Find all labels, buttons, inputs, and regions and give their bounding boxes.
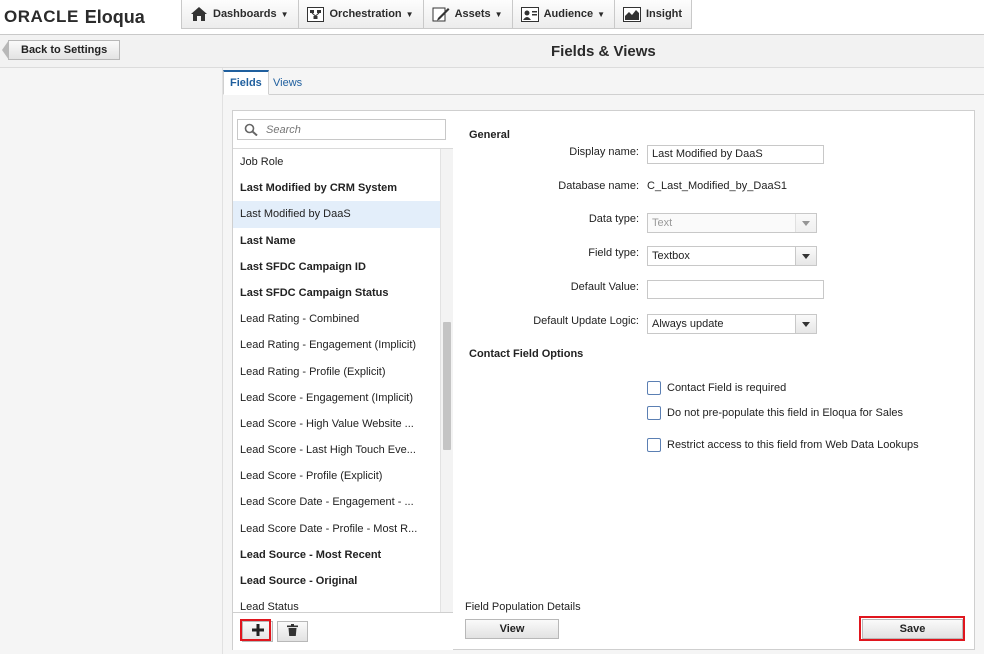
top-bar: ORACLE Eloqua Dashboards ▼ Orchestration… xyxy=(0,0,984,35)
home-icon xyxy=(190,5,208,23)
list-item[interactable]: Last SFDC Campaign ID xyxy=(233,254,440,280)
add-field-button[interactable] xyxy=(242,621,273,642)
list-item[interactable]: Lead Status xyxy=(233,594,440,612)
do-not-prepopulate-checkbox[interactable]: Do not pre-populate this field in Eloqua… xyxy=(647,406,903,420)
list-item[interactable]: Lead Score - Engagement (Implicit) xyxy=(233,385,440,411)
data-type-value: Text xyxy=(652,217,673,229)
chart-icon xyxy=(623,5,641,23)
list-item[interactable]: Lead Rating - Combined xyxy=(233,306,440,332)
tab-views[interactable]: Views xyxy=(267,72,308,94)
list-footer xyxy=(233,612,453,650)
list-item[interactable]: Lead Rating - Profile (Explicit) xyxy=(233,359,440,385)
pencil-icon xyxy=(432,5,450,23)
search-icon xyxy=(244,123,258,139)
checkbox[interactable] xyxy=(647,438,661,452)
list-item[interactable]: Lead Source - Original xyxy=(233,568,440,594)
checkbox[interactable] xyxy=(647,406,661,420)
search-input[interactable] xyxy=(264,121,444,139)
nav-insight-label: Insight xyxy=(646,8,683,20)
brand-logo[interactable]: ORACLE Eloqua xyxy=(4,7,145,27)
list-item[interactable]: Last Name xyxy=(233,228,440,254)
list-item[interactable]: Last SFDC Campaign Status xyxy=(233,280,440,306)
view-button[interactable]: View xyxy=(465,619,559,639)
tab-fields[interactable]: Fields xyxy=(223,70,269,95)
data-type-label: Data type: xyxy=(588,213,639,225)
chevron-down-icon xyxy=(795,247,816,265)
chevron-down-icon xyxy=(795,315,816,333)
list-item-selected[interactable]: Last Modified by DaaS xyxy=(233,201,440,228)
audience-icon xyxy=(520,5,539,23)
field-detail-panel: General Display name: Database name: C_L… xyxy=(453,110,975,650)
default-update-logic-label: Default Update Logic: xyxy=(533,315,639,327)
list-item[interactable]: Lead Score Date - Profile - Most R... xyxy=(233,516,440,542)
list-item[interactable]: Lead Score Date - Engagement - ... xyxy=(233,489,440,515)
default-value-field[interactable] xyxy=(647,280,824,299)
eloqua-wordmark: Eloqua xyxy=(84,6,145,27)
list-item[interactable]: Lead Source - Most Recent xyxy=(233,542,440,568)
field-type-value: Textbox xyxy=(652,250,690,262)
fields-list-panel: Job Role Last Modified by CRM System Las… xyxy=(232,110,454,650)
list-item[interactable]: Job Role xyxy=(233,149,440,175)
restrict-access-checkbox[interactable]: Restrict access to this field from Web D… xyxy=(647,438,919,452)
nav-audience-label: Audience xyxy=(543,8,594,20)
delete-field-button[interactable] xyxy=(277,621,308,642)
data-type-select: Text xyxy=(647,213,817,233)
chevron-down-icon: ▼ xyxy=(494,9,503,19)
database-name-label: Database name: xyxy=(558,180,639,192)
database-name-value: C_Last_Modified_by_DaaS1 xyxy=(647,180,788,192)
field-type-select[interactable]: Textbox xyxy=(647,246,817,266)
scrollbar-thumb[interactable] xyxy=(443,322,451,450)
list-item[interactable]: Lead Score - Last High Touch Eve... xyxy=(233,437,440,463)
contact-field-options-header: Contact Field Options xyxy=(469,348,584,360)
tab-bar: Fields Views xyxy=(223,68,984,95)
left-sidebar xyxy=(0,68,223,654)
fields-list: Job Role Last Modified by CRM System Las… xyxy=(233,149,440,612)
checkbox-label: Restrict access to this field from Web D… xyxy=(667,439,919,451)
nav-assets[interactable]: Assets ▼ xyxy=(423,0,513,28)
nav-dashboards[interactable]: Dashboards ▼ xyxy=(182,0,299,28)
default-update-logic-select[interactable]: Always update xyxy=(647,314,817,334)
list-item[interactable]: Lead Rating - Engagement (Implicit) xyxy=(233,332,440,358)
field-type-label: Field type: xyxy=(588,247,639,259)
nav-dashboards-label: Dashboards xyxy=(213,8,277,20)
page-title: Fields & Views xyxy=(551,43,656,60)
default-update-logic-value: Always update xyxy=(652,318,724,330)
display-name-label: Display name: xyxy=(569,146,639,158)
save-button[interactable]: Save xyxy=(862,619,963,639)
trash-icon xyxy=(287,624,298,639)
list-item[interactable]: Lead Score - High Value Website ... xyxy=(233,411,440,437)
search-box[interactable] xyxy=(237,119,446,140)
chevron-down-icon: ▼ xyxy=(405,9,414,19)
list-item[interactable]: Last Modified by CRM System xyxy=(233,175,440,201)
chevron-down-icon: ▼ xyxy=(280,9,289,19)
nav-insight[interactable]: Insight xyxy=(615,0,692,28)
chevron-down-icon: ▼ xyxy=(597,9,605,19)
plus-icon xyxy=(251,624,264,639)
display-name-field[interactable] xyxy=(647,145,824,164)
sub-header: Back to Settings Fields & Views xyxy=(0,35,984,68)
general-section-header: General xyxy=(469,129,510,141)
field-population-details-label: Field Population Details xyxy=(465,601,581,613)
default-value-label: Default Value: xyxy=(570,281,639,293)
list-scrollbar[interactable] xyxy=(440,149,453,612)
nav-audience[interactable]: Audience ▼ xyxy=(512,0,615,28)
back-to-settings-button[interactable]: Back to Settings xyxy=(1,40,121,60)
nav-assets-label: Assets xyxy=(454,8,491,20)
contact-field-required-checkbox[interactable]: Contact Field is required xyxy=(647,381,786,395)
checkbox-label: Do not pre-populate this field in Eloqua… xyxy=(667,407,904,419)
checkbox[interactable] xyxy=(647,381,661,395)
list-item[interactable]: Lead Score - Profile (Explicit) xyxy=(233,463,440,489)
nav-orchestration-label: Orchestration xyxy=(329,8,402,20)
oracle-wordmark: ORACLE xyxy=(4,7,79,26)
chevron-down-icon xyxy=(795,214,816,232)
nav-orchestration[interactable]: Orchestration ▼ xyxy=(298,0,424,28)
main-nav: Dashboards ▼ Orchestration ▼ Assets ▼ Au… xyxy=(181,0,693,29)
checkbox-label: Contact Field is required xyxy=(667,382,787,394)
orchestration-icon xyxy=(307,5,325,23)
